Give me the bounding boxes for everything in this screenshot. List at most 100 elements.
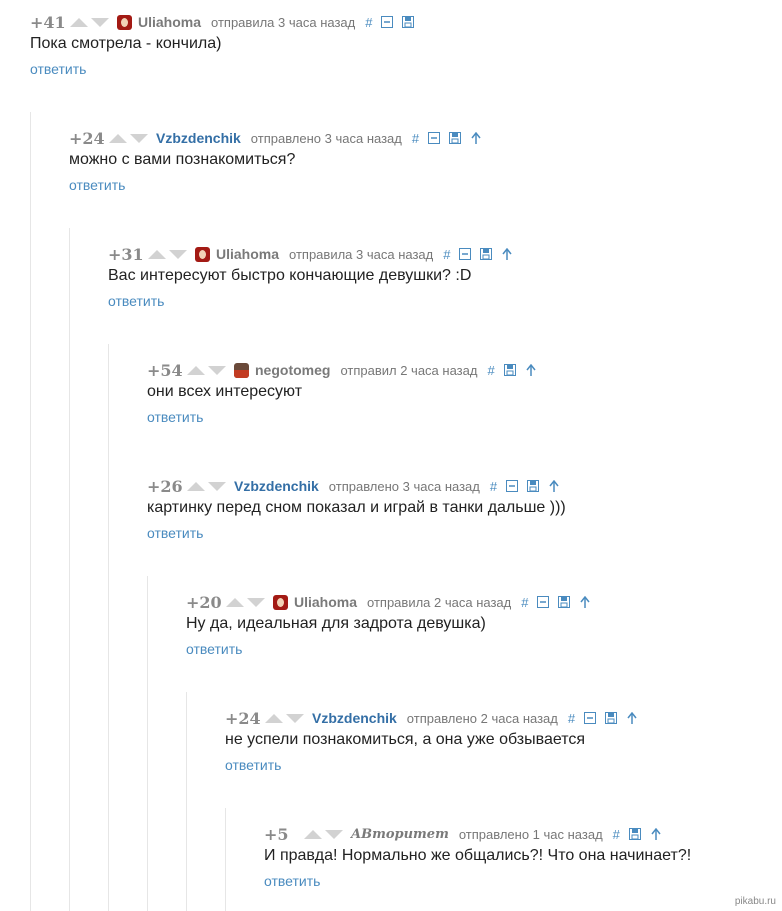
comment-text: можно с вами познакомиться? (69, 151, 296, 168)
rating: +31 (108, 244, 144, 264)
reply-link[interactable]: ответить (186, 641, 242, 657)
save-icon[interactable] (605, 712, 618, 724)
author-name[interactable]: Uliahoma (294, 594, 357, 610)
arrow-up-icon[interactable] (470, 132, 482, 144)
arrow-up-icon[interactable] (579, 596, 591, 608)
vote-down-icon[interactable] (286, 713, 304, 723)
timestamp[interactable]: отправила 3 часа назад (289, 247, 433, 262)
vote-up-icon[interactable] (265, 713, 283, 723)
author-name[interactable]: Uliahoma (216, 246, 279, 262)
arrow-up-icon[interactable] (525, 364, 537, 376)
timestamp[interactable]: отправила 3 часа назад (211, 15, 355, 30)
permalink-hash-icon[interactable]: # (521, 595, 528, 610)
vote-up-icon[interactable] (304, 829, 322, 839)
arrow-up-icon[interactable] (501, 248, 513, 260)
collapse-icon[interactable] (506, 480, 519, 492)
vote-up-icon[interactable] (148, 249, 166, 259)
thread-line (186, 692, 187, 911)
rating: +24 (225, 708, 261, 728)
thread-line (225, 808, 226, 911)
permalink-hash-icon[interactable]: # (443, 247, 450, 262)
save-icon[interactable] (558, 596, 571, 608)
vote-down-icon[interactable] (208, 365, 226, 375)
vote-up-icon[interactable] (187, 481, 205, 491)
author-name[interactable]: negotomeg (255, 362, 330, 378)
author-name[interactable]: Vzbzdenchik (234, 478, 319, 494)
save-icon[interactable] (402, 16, 415, 28)
permalink-hash-icon[interactable]: # (412, 131, 419, 146)
vote-up-icon[interactable] (70, 17, 88, 27)
save-icon[interactable] (628, 828, 641, 840)
save-icon[interactable] (503, 364, 516, 376)
thread-line (147, 576, 148, 911)
author-name[interactable]: ABmopumem (351, 827, 449, 842)
thread-line (69, 228, 70, 911)
permalink-hash-icon[interactable]: # (487, 363, 494, 378)
collapse-icon[interactable] (428, 132, 441, 144)
timestamp[interactable]: отправлено 1 час назад (459, 827, 603, 842)
vote-down-icon[interactable] (91, 17, 109, 27)
vote-down-icon[interactable] (169, 249, 187, 259)
timestamp[interactable]: отправил 2 часа назад (340, 363, 477, 378)
comment-text: не успели познакомиться, а она уже обзыв… (225, 731, 586, 748)
permalink-hash-icon[interactable]: # (490, 479, 497, 494)
vote-up-icon[interactable] (187, 365, 205, 375)
comment-text: Пока смотрела - кончила) (30, 35, 222, 52)
vote-down-icon[interactable] (130, 133, 148, 143)
collapse-icon[interactable] (381, 16, 394, 28)
avatar[interactable] (273, 594, 288, 610)
timestamp[interactable]: отправила 2 часа назад (367, 595, 511, 610)
comment-header: +54 negotomeg отправил 2 часа назад # (147, 359, 537, 381)
vote-down-icon[interactable] (325, 829, 343, 839)
rating: +26 (147, 476, 183, 496)
vote-up-icon[interactable] (109, 133, 127, 143)
timestamp[interactable]: отправлено 3 часа назад (251, 131, 402, 146)
arrow-up-icon[interactable] (626, 712, 638, 724)
comment-header: +41 Uliahoma отправила 3 часа назад # (30, 11, 415, 33)
reply-link[interactable]: ответить (225, 757, 281, 773)
author-name[interactable]: Uliahoma (138, 14, 201, 30)
vote-down-icon[interactable] (208, 481, 226, 491)
rating: +24 (69, 128, 105, 148)
timestamp[interactable]: отправлено 3 часа назад (329, 479, 480, 494)
permalink-hash-icon[interactable]: # (365, 15, 372, 30)
watermark: pikabu.ru (734, 896, 776, 907)
comment-text: Вас интересуют быстро кончающие девушки?… (108, 267, 472, 284)
comment-header: +26 Vzbzdenchik отправлено 3 часа назад … (147, 475, 560, 497)
comment-text: картинку перед сном показал и играй в та… (147, 499, 566, 516)
permalink-hash-icon[interactable]: # (568, 711, 575, 726)
comment-header: +20 Uliahoma отправила 2 часа назад # (186, 591, 591, 613)
author-name[interactable]: Vzbzdenchik (312, 710, 397, 726)
reply-link[interactable]: ответить (69, 177, 125, 193)
vote-down-icon[interactable] (247, 597, 265, 607)
vote-up-icon[interactable] (226, 597, 244, 607)
author-name[interactable]: Vzbzdenchik (156, 130, 241, 146)
collapse-icon[interactable] (459, 248, 472, 260)
comment-text: И правда! Нормально же общались?! Что он… (264, 847, 692, 864)
rating: +41 (30, 12, 66, 32)
reply-link[interactable]: ответить (30, 61, 86, 77)
arrow-up-icon[interactable] (650, 828, 662, 840)
reply-link[interactable]: ответить (108, 293, 164, 309)
timestamp[interactable]: отправлено 2 часа назад (407, 711, 558, 726)
arrow-up-icon[interactable] (548, 480, 560, 492)
comment-header: +24 Vzbzdenchik отправлено 2 часа назад … (225, 707, 638, 729)
rating: +54 (147, 360, 183, 380)
reply-link[interactable]: ответить (264, 873, 320, 889)
collapse-icon[interactable] (584, 712, 597, 724)
save-icon[interactable] (480, 248, 493, 260)
avatar[interactable] (195, 246, 210, 262)
comment-text: Ну да, идеальная для задрота девушка) (186, 615, 486, 632)
permalink-hash-icon[interactable]: # (613, 827, 620, 842)
avatar[interactable] (234, 362, 249, 378)
comment-text: они всех интересуют (147, 383, 303, 400)
comment-header: +31 Uliahoma отправила 3 часа назад # (108, 243, 513, 265)
reply-link[interactable]: ответить (147, 409, 203, 425)
reply-link[interactable]: ответить (147, 525, 203, 541)
thread-line (108, 344, 109, 911)
save-icon[interactable] (527, 480, 540, 492)
collapse-icon[interactable] (537, 596, 550, 608)
comment-header: +5 ABmopumem отправлено 1 час назад # (264, 823, 662, 845)
save-icon[interactable] (449, 132, 462, 144)
avatar[interactable] (117, 14, 132, 30)
